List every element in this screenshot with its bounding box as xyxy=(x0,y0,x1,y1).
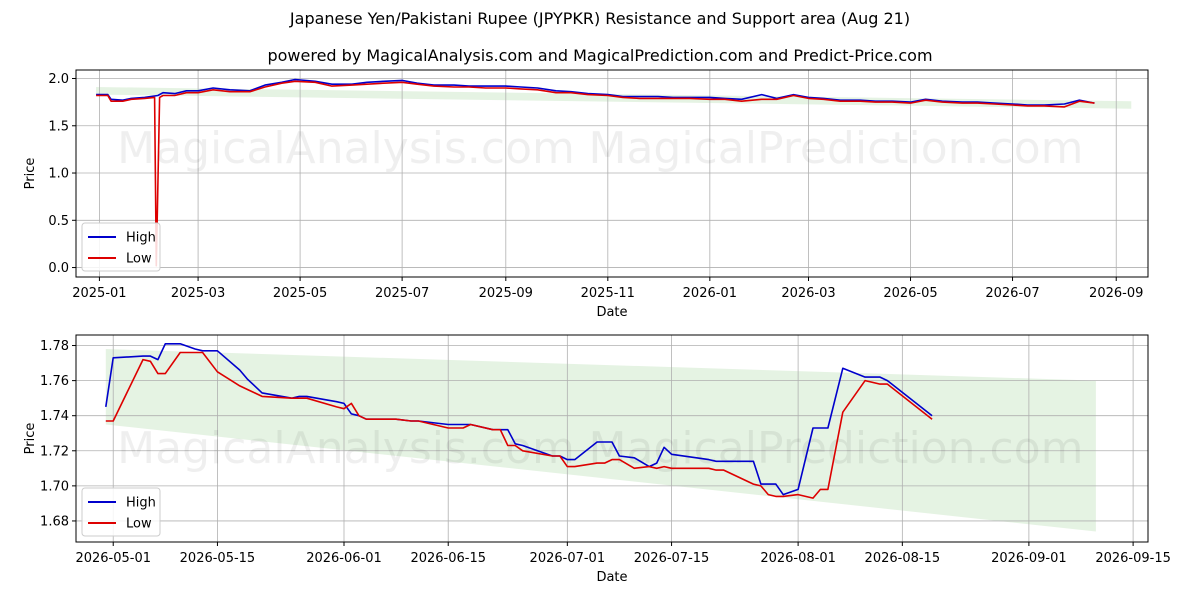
bottom-x-tick-label-7: 2026-08-15 xyxy=(865,551,941,566)
top-chart: MagicalAnalysis.com MagicalPrediction.com… xyxy=(23,69,1149,320)
bottom-x-tick-label-5: 2026-07-15 xyxy=(634,551,710,566)
top-x-tick-label-0: 2025-01 xyxy=(72,286,126,301)
top-x-tick-label-8: 2026-05 xyxy=(883,286,937,301)
top-legend: High Low xyxy=(81,222,161,272)
bottom-y-tick-label-2: 1.72 xyxy=(40,444,69,459)
top-x-tick-label-6: 2026-01 xyxy=(683,286,737,301)
bottom-x-axis-label: Date xyxy=(596,570,627,585)
bottom-legend-label-low: Low xyxy=(126,517,152,532)
bottom-x-tick-label-1: 2026-05-15 xyxy=(180,551,256,566)
bottom-x-tick-label-4: 2026-07-01 xyxy=(530,551,606,566)
top-watermark-analysis: MagicalAnalysis.com xyxy=(117,123,575,174)
bottom-y-tick-label-1: 1.70 xyxy=(40,479,69,494)
top-y-tick-label-4: 2.0 xyxy=(48,72,69,87)
bottom-x-tick-label-2: 2026-06-01 xyxy=(306,551,382,566)
top-y-tick-label-3: 1.5 xyxy=(48,119,69,134)
top-watermark-prediction: MagicalPrediction.com xyxy=(589,123,1084,174)
top-x-tick-label-3: 2025-07 xyxy=(375,286,429,301)
bottom-y-tick-label-4: 1.76 xyxy=(40,374,69,389)
bottom-y-tick-label-3: 1.74 xyxy=(40,409,69,424)
top-x-tick-label-5: 2025-11 xyxy=(581,286,635,301)
top-x-tick-label-2: 2025-05 xyxy=(273,286,327,301)
top-x-tick-label-9: 2026-07 xyxy=(985,286,1039,301)
top-x-tick-label-4: 2025-09 xyxy=(479,286,533,301)
bottom-x-tick-label-8: 2026-09-01 xyxy=(991,551,1067,566)
top-legend-label-high: High xyxy=(126,231,156,246)
bottom-x-tick-label-9: 2026-09-15 xyxy=(1095,551,1171,566)
bottom-x-tick-label-0: 2026-05-01 xyxy=(75,551,151,566)
bottom-chart: MagicalAnalysis.com MagicalPrediction.com… xyxy=(23,334,1171,585)
charts-canvas: MagicalAnalysis.com MagicalPrediction.com… xyxy=(23,69,1171,585)
bottom-y-tick-label-5: 1.78 xyxy=(40,339,69,354)
bottom-legend: High Low xyxy=(81,487,161,537)
bottom-legend-label-high: High xyxy=(126,496,156,511)
chart-page: Japanese Yen/Pakistani Rupee (JPYPKR) Re… xyxy=(0,0,1200,600)
bottom-y-tick-label-0: 1.68 xyxy=(40,514,69,529)
bottom-x-tick-label-3: 2026-06-15 xyxy=(410,551,486,566)
top-legend-label-low: Low xyxy=(126,252,152,267)
bottom-x-tick-label-6: 2026-08-01 xyxy=(760,551,836,566)
top-x-tick-label-7: 2026-03 xyxy=(781,286,835,301)
top-x-axis-label: Date xyxy=(596,305,627,320)
top-x-tick-label-1: 2025-03 xyxy=(171,286,225,301)
top-y-tick-label-2: 1.0 xyxy=(48,167,69,182)
bottom-y-axis-label: Price xyxy=(23,423,38,455)
top-y-tick-label-1: 0.5 xyxy=(48,214,69,229)
top-y-tick-label-0: 0.0 xyxy=(48,261,69,276)
bottom-watermark-analysis: MagicalAnalysis.com xyxy=(117,423,575,474)
top-x-tick-label-10: 2026-09 xyxy=(1089,286,1143,301)
top-y-axis-label: Price xyxy=(23,158,38,190)
